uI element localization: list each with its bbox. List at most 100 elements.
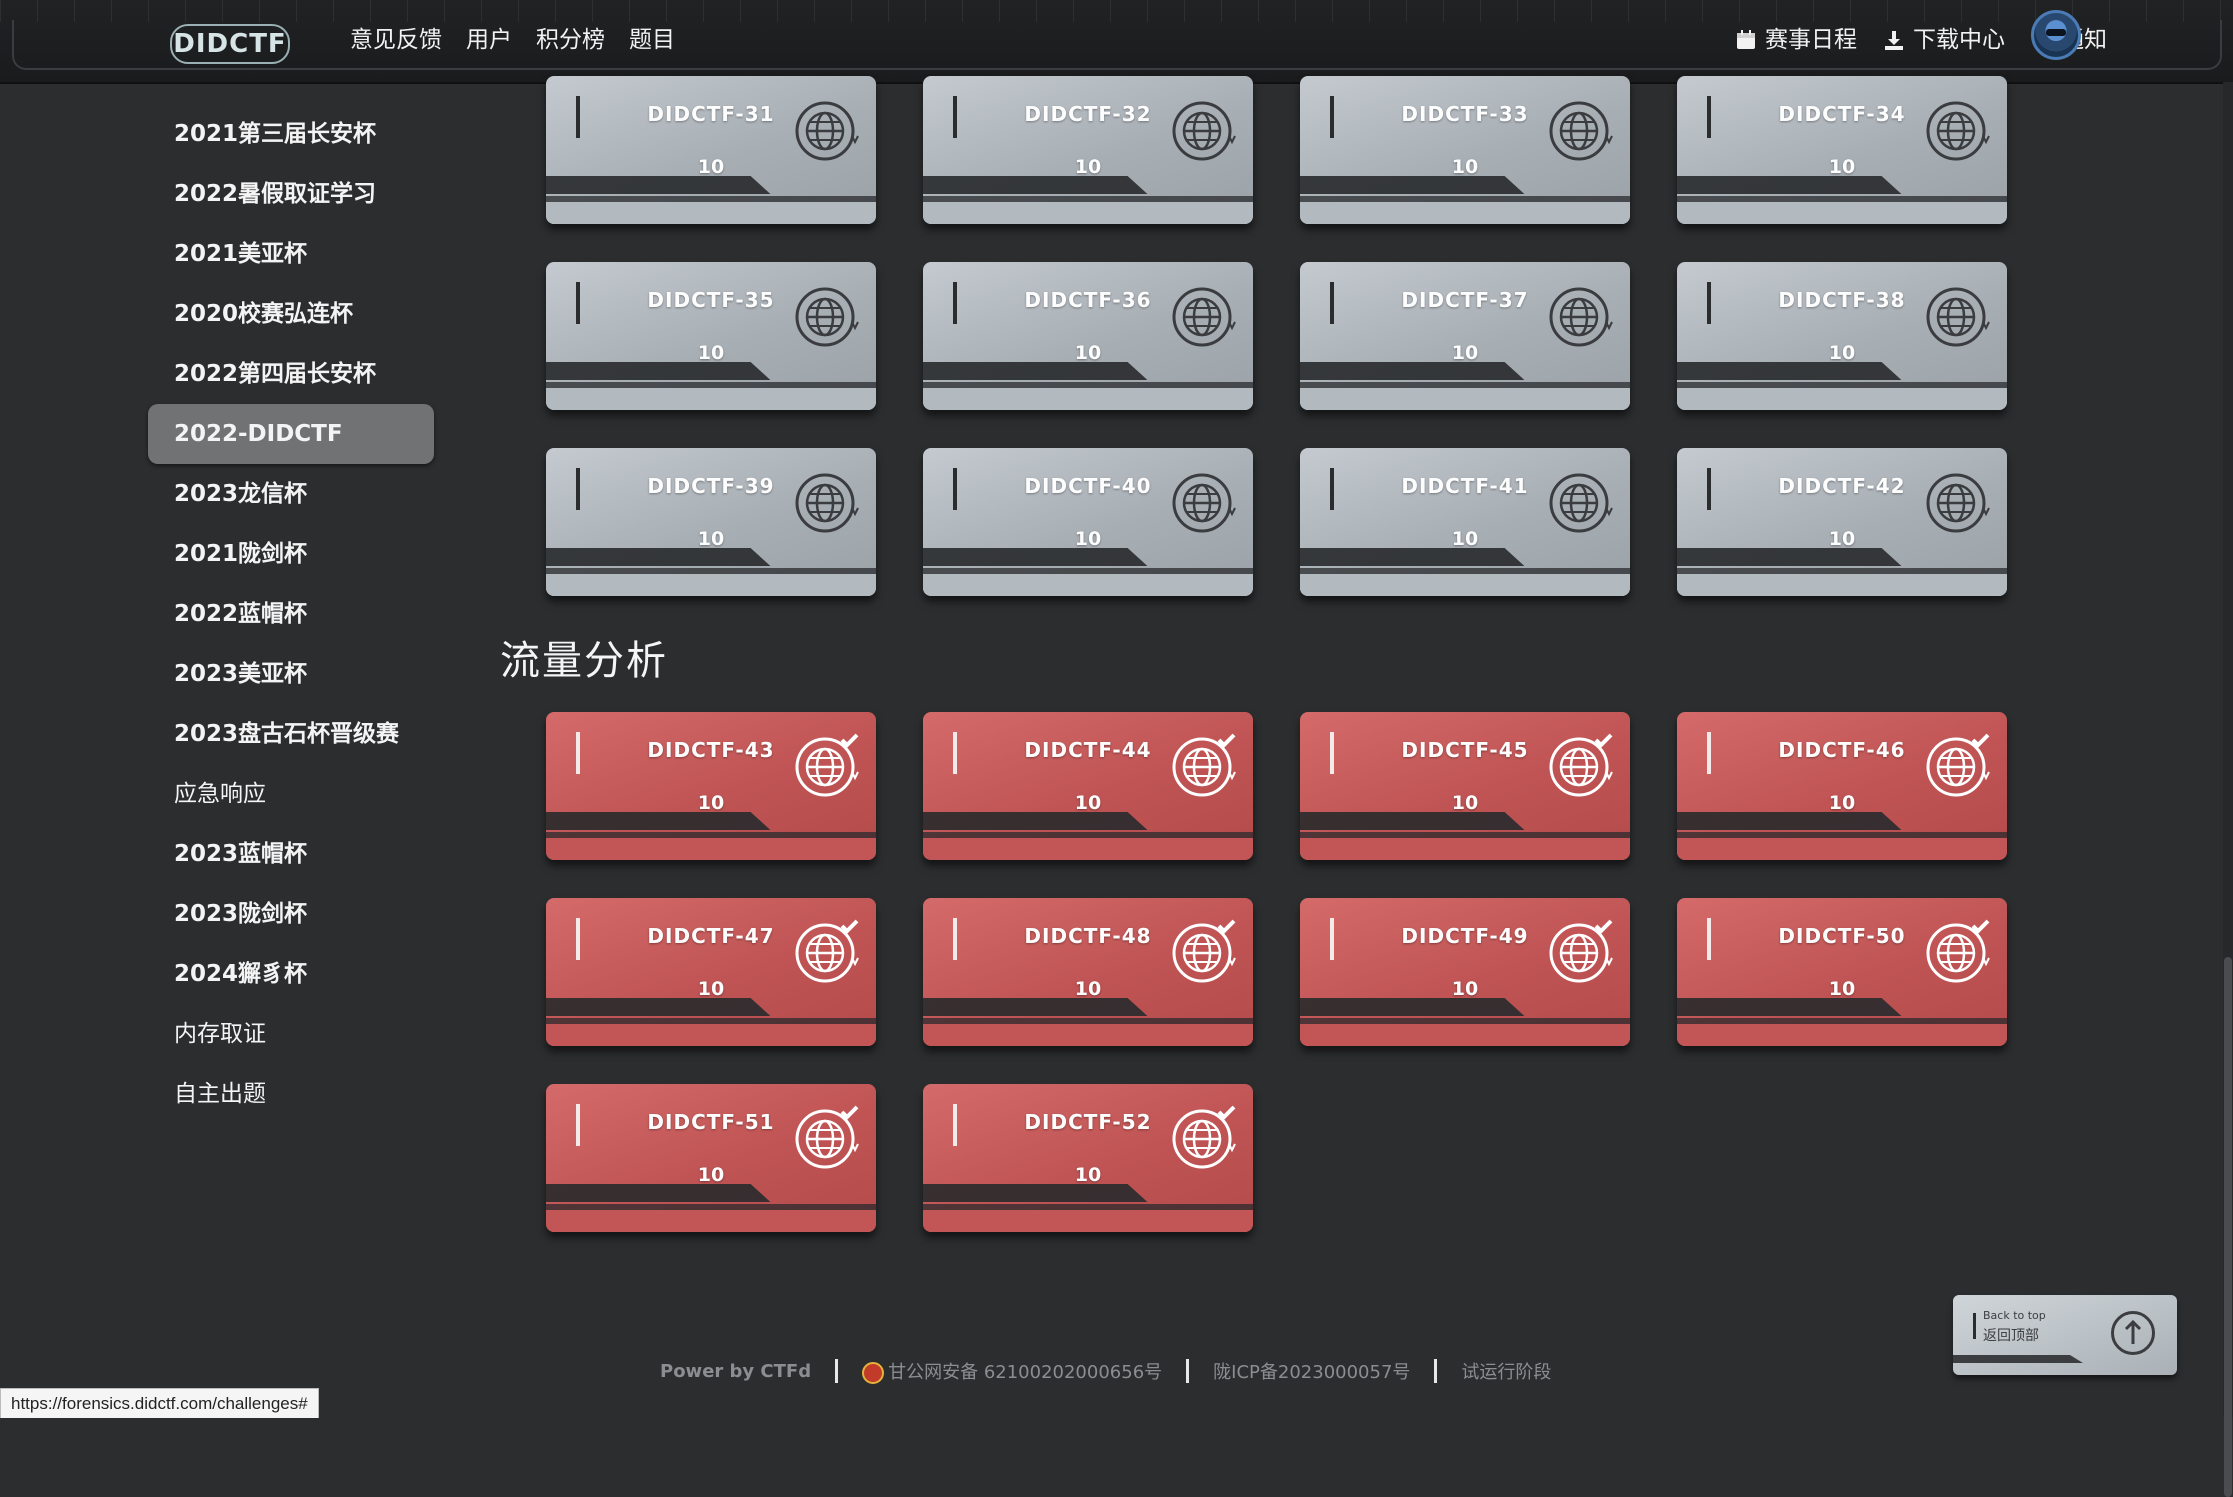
card-base [546,574,876,596]
card-base [1677,202,2007,224]
card-base [923,202,1253,224]
challenge-card[interactable]: DIDCTF-40 10 [923,448,1253,596]
footer-separator [835,1359,839,1383]
globe-icon [792,466,862,536]
challenge-card[interactable]: DIDCTF-32 10 [923,76,1253,224]
card-stripe-decoration [923,362,1148,380]
sidebar-item[interactable]: 2023陇剑杯 [148,884,434,944]
sidebar-item[interactable]: 自主出题 [148,1064,434,1124]
challenge-card[interactable]: DIDCTF-47 10 [546,898,876,1046]
card-base [923,388,1253,410]
card-base [546,202,876,224]
site-logo[interactable]: DIDCTF [170,24,290,64]
card-stripe-decoration [1300,548,1525,566]
card-base [1677,388,2007,410]
sidebar-item-active[interactable]: 2022-DIDCTF [148,404,434,464]
sidebar-item[interactable]: 应急响应 [148,764,434,824]
card-base [546,838,876,860]
back-to-top-button[interactable]: Back to top 返回顶部 [1953,1295,2177,1375]
category-heading: 流量分析 [500,638,668,684]
footer-stage: 试运行阶段 [1461,1362,1552,1383]
globe-icon [1169,94,1239,164]
sidebar-item[interactable]: 2022暑假取证学习 [148,164,434,224]
card-base [1300,202,1630,224]
sidebar-item[interactable]: 2023盘古石杯晋级赛 [148,704,434,764]
sidebar-item[interactable]: 2024獬豸杯 [148,944,434,1004]
challenge-card[interactable]: DIDCTF-43 10 [546,712,876,860]
card-stripe-decoration [546,176,771,194]
card-base [546,1024,876,1046]
nav-link-users[interactable]: 用户 [466,22,512,58]
card-base [1300,1024,1630,1046]
scrollbar-thumb[interactable] [2224,957,2232,1497]
sidebar-item[interactable]: 2023龙信杯 [148,464,434,524]
card-stripe-decoration [546,1184,771,1202]
card-stripe-decoration [1677,548,1902,566]
challenge-card[interactable]: DIDCTF-35 10 [546,262,876,410]
sidebar-item[interactable]: 2021第三届长安杯 [148,104,434,164]
challenge-card[interactable]: DIDCTF-38 10 [1677,262,2007,410]
card-base [1300,838,1630,860]
back-to-top-en: Back to top [1983,1309,2046,1322]
calendar-icon [1737,30,1755,49]
card-base [923,1024,1253,1046]
challenge-card[interactable]: DIDCTF-50 10 [1677,898,2007,1046]
card-stripe-decoration [546,548,771,566]
card-base [1677,838,2007,860]
card-base [923,1210,1253,1232]
challenge-card[interactable]: DIDCTF-46 10 [1677,712,2007,860]
sidebar-item[interactable]: 2023美亚杯 [148,644,434,704]
challenge-card[interactable]: DIDCTF-33 10 [1300,76,1630,224]
card-stripe-decoration [1677,812,1902,830]
page-scrollbar[interactable] [2223,82,2233,1497]
sidebar-item[interactable]: 2022蓝帽杯 [148,584,434,644]
globe-solved-icon [1923,916,1993,986]
challenge-card[interactable]: DIDCTF-36 10 [923,262,1253,410]
card-stripe-decoration [1300,362,1525,380]
nav-link-scoreboard[interactable]: 积分榜 [536,22,605,58]
sidebar-item[interactable]: 2023蓝帽杯 [148,824,434,884]
challenge-card[interactable]: DIDCTF-48 10 [923,898,1253,1046]
user-avatar[interactable] [2031,10,2081,60]
sidebar-item[interactable]: 2022第四届长安杯 [148,344,434,404]
challenge-card[interactable]: DIDCTF-49 10 [1300,898,1630,1046]
challenge-card[interactable]: DIDCTF-45 10 [1300,712,1630,860]
challenge-card[interactable]: DIDCTF-52 10 [923,1084,1253,1232]
challenge-card[interactable]: DIDCTF-31 10 [546,76,876,224]
challenge-card[interactable]: DIDCTF-51 10 [546,1084,876,1232]
globe-solved-icon [1546,916,1616,986]
challenge-card[interactable]: DIDCTF-39 10 [546,448,876,596]
footer-powered-by[interactable]: Power by CTFd [660,1361,811,1382]
challenge-card[interactable]: DIDCTF-37 10 [1300,262,1630,410]
download-icon [1885,31,1903,50]
footer-separator [1186,1359,1190,1383]
browser-status-url: https://forensics.didctf.com/challenges# [0,1388,319,1418]
globe-solved-icon [1169,730,1239,800]
sidebar-item[interactable]: 2021美亚杯 [148,224,434,284]
footer-police-record[interactable]: 甘公网安备 62100202000656号 [862,1358,1162,1384]
category-sidebar: 2021第三届长安杯 2022暑假取证学习 2021美亚杯 2020校赛弘连杯 … [148,104,434,1124]
sidebar-item[interactable]: 内存取证 [148,1004,434,1064]
globe-solved-icon [1169,1102,1239,1172]
nav-link-challenges[interactable]: 题目 [629,22,675,58]
challenge-card[interactable]: DIDCTF-34 10 [1677,76,2007,224]
card-stripe-decoration [1300,998,1525,1016]
challenge-card[interactable]: DIDCTF-44 10 [923,712,1253,860]
nav-item-download[interactable]: 下载中心 [1883,22,2005,58]
top-navbar: DIDCTF 意见反馈 用户 积分榜 题目 赛事日程 下载中心 通知 [0,0,2233,84]
card-base [546,1210,876,1232]
nav-link-feedback[interactable]: 意见反馈 [350,22,442,58]
back-to-top-bar-decoration [1973,1313,1976,1339]
sidebar-item[interactable]: 2020校赛弘连杯 [148,284,434,344]
nav-item-schedule[interactable]: 赛事日程 [1735,22,1857,58]
sidebar-item[interactable]: 2021陇剑杯 [148,524,434,584]
globe-solved-icon [1923,730,1993,800]
challenge-card[interactable]: DIDCTF-41 10 [1300,448,1630,596]
nav-item-schedule-label: 赛事日程 [1765,27,1857,53]
challenge-card[interactable]: DIDCTF-42 10 [1677,448,2007,596]
footer-icp[interactable]: 陇ICP备2023000057号 [1213,1358,1410,1384]
globe-solved-icon [1546,730,1616,800]
globe-icon [1169,280,1239,350]
globe-solved-icon [792,1102,862,1172]
card-stripe-decoration [923,548,1148,566]
